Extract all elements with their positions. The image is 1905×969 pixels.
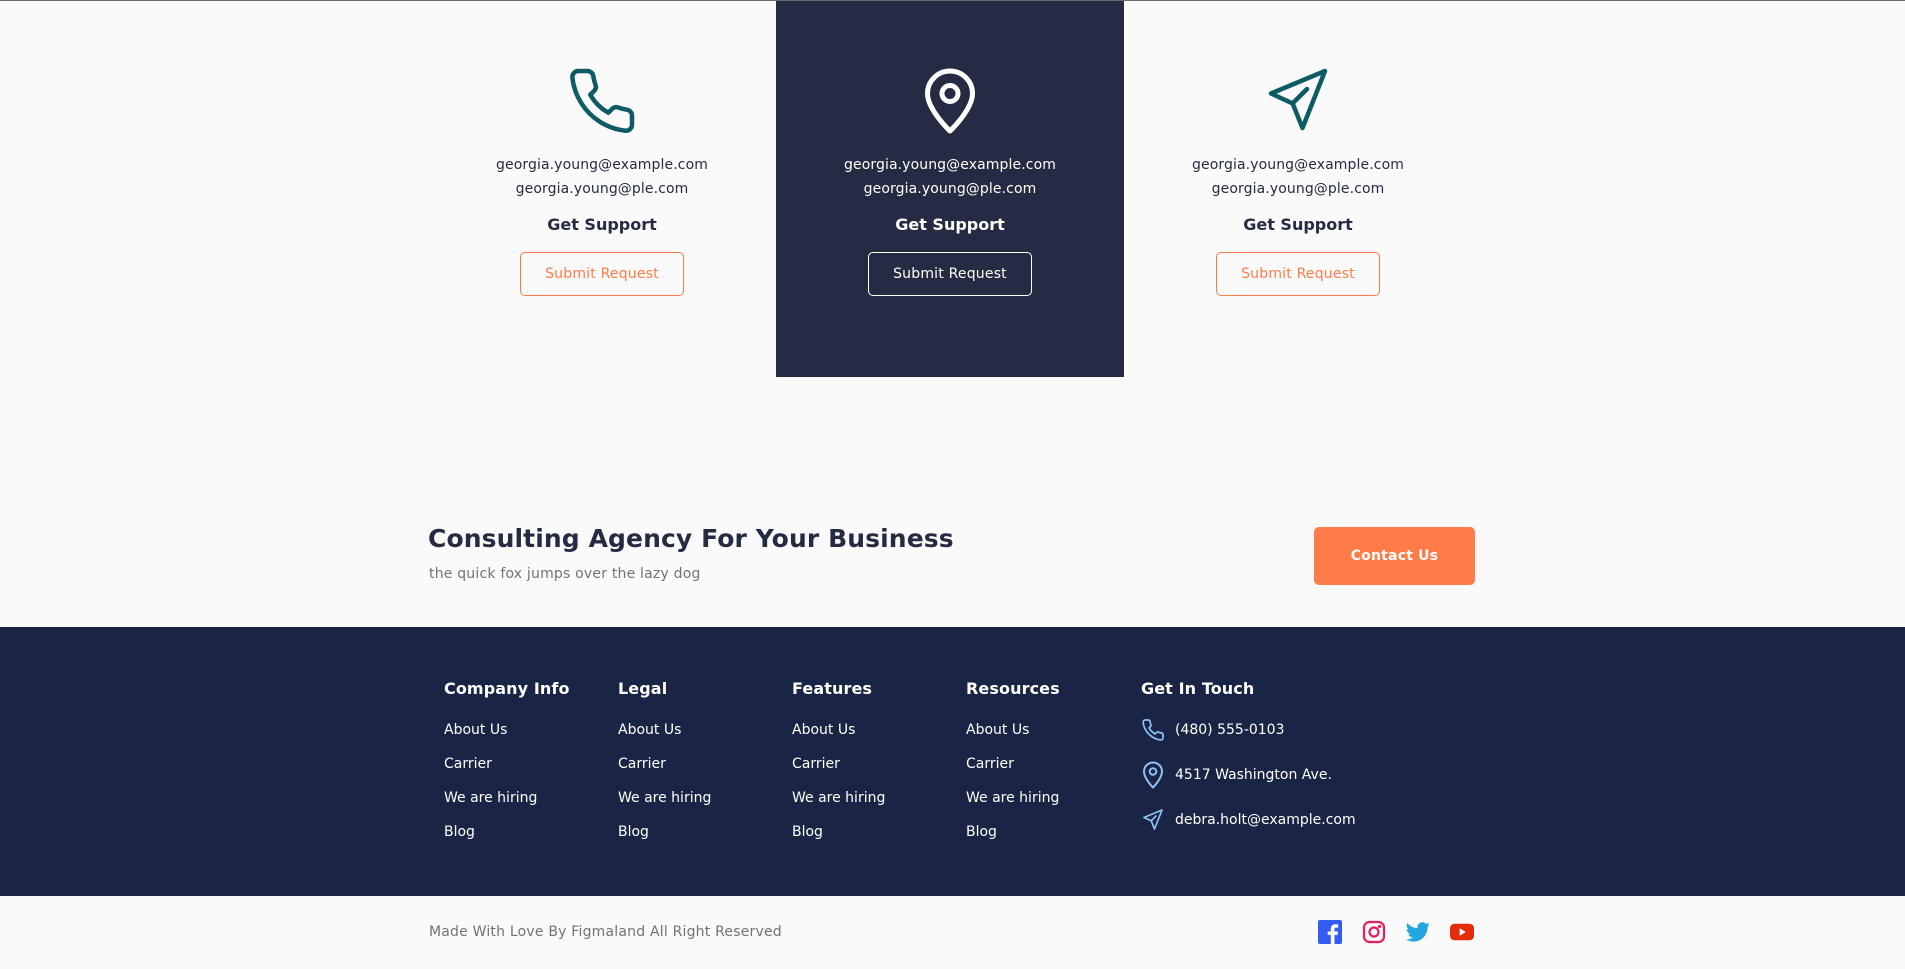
footer-link[interactable]: Carrier (966, 752, 1060, 776)
footer-link[interactable]: Carrier (792, 752, 885, 776)
send-icon (1258, 61, 1338, 141)
submit-request-button[interactable]: Submit Request (520, 252, 684, 296)
copyright-text: Made With Love By Figmaland All Right Re… (429, 924, 782, 940)
footer-link[interactable]: Blog (618, 820, 711, 844)
facebook-icon[interactable] (1318, 920, 1342, 944)
footer-column-get-in-touch: Get In Touch (480) 555-0103 4517 Washing… (1141, 677, 1356, 849)
location-pin-icon (1141, 759, 1169, 790)
phone-icon (1141, 714, 1169, 745)
footer-link[interactable]: We are hiring (966, 786, 1060, 810)
support-email-secondary: georgia.young@ple.com (863, 181, 1037, 197)
cta-subtitle: the quick fox jumps over the lazy dog (429, 566, 701, 582)
submit-request-button[interactable]: Submit Request (868, 252, 1032, 296)
twitter-icon[interactable] (1406, 920, 1430, 944)
footer-column-features: Features About Us Carrier We are hiring … (792, 677, 885, 854)
contact-email-text: debra.holt@example.com (1175, 811, 1356, 828)
footer-link[interactable]: Blog (444, 820, 570, 844)
support-email-primary: georgia.young@example.com (844, 157, 1056, 173)
cta-title: Consulting Agency For Your Business (428, 524, 954, 553)
contact-us-button[interactable]: Contact Us (1314, 527, 1475, 585)
location-pin-icon (910, 61, 990, 141)
contact-address-text: 4517 Washington Ave. (1175, 766, 1332, 783)
footer-link[interactable]: About Us (966, 718, 1060, 742)
support-cards: georgia.young@example.com georgia.young@… (428, 1, 1472, 377)
instagram-icon[interactable] (1362, 920, 1386, 944)
footer-column-title: Features (792, 679, 873, 698)
contact-phone-text: (480) 555-0103 (1175, 721, 1285, 738)
footer-link[interactable]: Blog (792, 820, 885, 844)
submit-request-button[interactable]: Submit Request (1216, 252, 1380, 296)
footer-link[interactable]: Blog (966, 820, 1060, 844)
footer-column-title: Company Info (444, 679, 570, 698)
support-email-secondary: georgia.young@ple.com (1211, 181, 1385, 197)
footer-link[interactable]: About Us (618, 718, 711, 742)
send-icon (1141, 804, 1169, 835)
support-label: Get Support (547, 215, 657, 234)
social-links (1318, 920, 1474, 944)
support-card-location: georgia.young@example.com georgia.young@… (776, 1, 1124, 377)
support-email-primary: georgia.young@example.com (496, 157, 708, 173)
footer-column-resources: Resources About Us Carrier We are hiring… (966, 677, 1060, 854)
footer-column-title: Legal (618, 679, 668, 698)
footer-link[interactable]: Carrier (444, 752, 570, 776)
support-card-send: georgia.young@example.com georgia.young@… (1124, 1, 1472, 377)
support-label: Get Support (1243, 215, 1353, 234)
footer-link[interactable]: We are hiring (792, 786, 885, 810)
footer-link[interactable]: Carrier (618, 752, 711, 776)
contact-address[interactable]: 4517 Washington Ave. (1141, 759, 1356, 790)
phone-icon (562, 61, 642, 141)
footer-link[interactable]: We are hiring (618, 786, 711, 810)
youtube-icon[interactable] (1450, 920, 1474, 944)
footer-column-legal: Legal About Us Carrier We are hiring Blo… (618, 677, 711, 854)
contact-phone[interactable]: (480) 555-0103 (1141, 714, 1356, 745)
footer-link[interactable]: About Us (792, 718, 885, 742)
contact-email[interactable]: debra.holt@example.com (1141, 804, 1356, 835)
footer-column-title: Resources (966, 679, 1060, 698)
support-label: Get Support (895, 215, 1005, 234)
footer: Company Info About Us Carrier We are hir… (0, 627, 1905, 896)
footer-link[interactable]: We are hiring (444, 786, 570, 810)
support-email-secondary: georgia.young@ple.com (515, 181, 689, 197)
footer-column-company-info: Company Info About Us Carrier We are hir… (444, 677, 570, 854)
footer-link[interactable]: About Us (444, 718, 570, 742)
support-card-phone: georgia.young@example.com georgia.young@… (428, 1, 776, 377)
support-email-primary: georgia.young@example.com (1192, 157, 1404, 173)
footer-column-title: Get In Touch (1141, 679, 1255, 698)
